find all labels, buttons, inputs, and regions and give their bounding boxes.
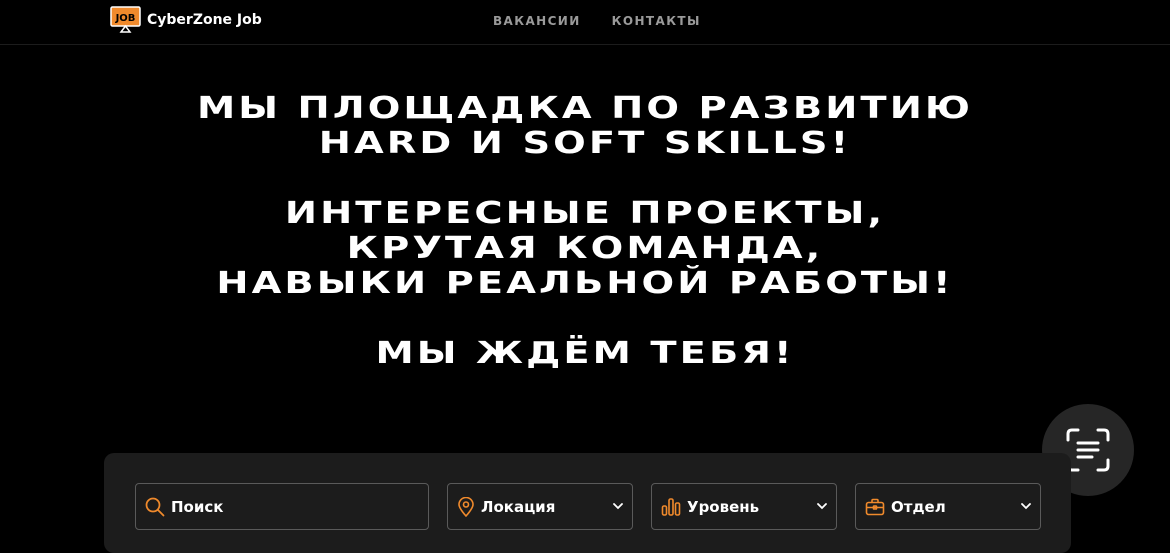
level-select[interactable]: Уровень (651, 483, 837, 530)
search-field[interactable] (135, 483, 429, 530)
search-icon (145, 497, 165, 517)
main-nav: ВАКАНСИИ КОНТАКТЫ (493, 14, 701, 28)
hero-line-6: Мы ждём тебя! (375, 336, 795, 371)
department-select[interactable]: Отдел (855, 483, 1041, 530)
hero-line-3: Интересные проекты, (284, 196, 886, 231)
hero-line-4: крутая команда, (346, 231, 824, 266)
job-filter-panel: Локация Уровень Отдел (104, 453, 1071, 553)
department-label: Отдел (891, 497, 946, 516)
hero-line-5: навыки реальной работы! (216, 266, 954, 301)
briefcase-icon (865, 498, 885, 516)
hero-heading: Мы площадка по развитию hard и soft skil… (0, 91, 1170, 371)
bar-levels-icon (661, 497, 681, 517)
location-label: Локация (481, 497, 556, 516)
nav-contacts-link[interactable]: КОНТАКТЫ (612, 14, 701, 28)
logo[interactable]: JOB CyberZone Job (110, 6, 262, 33)
search-input[interactable] (171, 497, 411, 516)
hero-line-1: Мы площадка по развитию (196, 91, 974, 126)
chevron-down-icon (1020, 500, 1032, 512)
chevron-down-icon (612, 500, 624, 512)
brand-name: CyberZone Job (147, 11, 262, 28)
chevron-down-icon (816, 500, 828, 512)
site-header: JOB CyberZone Job ВАКАНСИИ КОНТАКТЫ (0, 0, 1170, 45)
nav-vacancies-link[interactable]: ВАКАНСИИ (493, 14, 581, 28)
text-scan-icon (1065, 427, 1111, 473)
location-select[interactable]: Локация (447, 483, 633, 530)
logo-mark-text: JOB (115, 13, 136, 24)
level-label: Уровень (687, 497, 760, 516)
location-pin-icon (457, 496, 475, 517)
hero-line-2: hard и soft skills! (318, 126, 852, 161)
logo-monitor-icon: JOB (110, 6, 141, 33)
